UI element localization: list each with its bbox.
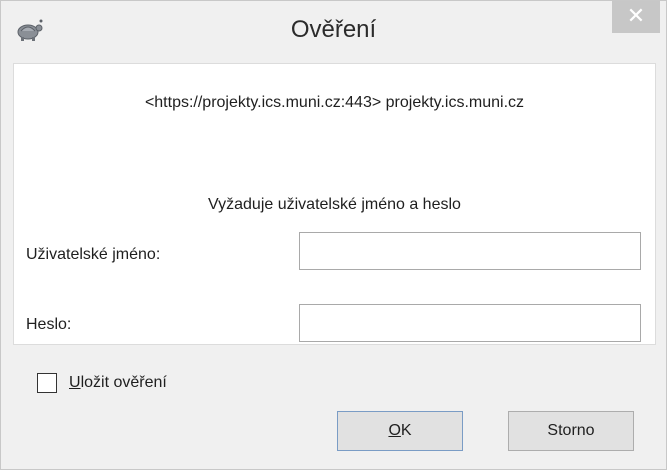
password-input[interactable] (299, 304, 641, 342)
save-auth-label[interactable]: Uložit ověření (69, 374, 167, 392)
password-label: Heslo: (26, 316, 72, 333)
username-label: Uživatelské jméno: (26, 246, 161, 263)
save-auth-row[interactable]: Uložit ověření (37, 371, 167, 395)
title-bar[interactable]: Ověření ✕ (1, 1, 666, 61)
close-button[interactable]: ✕ (612, 1, 660, 33)
auth-dialog-window: Ověření ✕ <https://projekty.ics.muni.cz:… (0, 0, 667, 470)
cancel-button[interactable]: Storno (508, 411, 634, 451)
save-auth-label-text: ložit ověření (80, 374, 167, 391)
credentials-panel: <https://projekty.ics.muni.cz:443> proje… (13, 63, 656, 345)
close-icon: ✕ (626, 3, 646, 28)
save-auth-checkbox[interactable] (37, 373, 57, 393)
ok-button[interactable]: OK (337, 411, 463, 451)
ok-access-key: O (388, 422, 401, 439)
save-auth-access-key: U (69, 374, 81, 391)
ok-label-text: K (400, 422, 412, 439)
requires-credentials-text: Vyžaduje uživatelské jméno a heslo (208, 196, 461, 213)
username-input[interactable] (299, 232, 641, 270)
window-title: Ověření (290, 16, 377, 43)
realm-text: <https://projekty.ics.muni.cz:443> proje… (144, 94, 525, 111)
